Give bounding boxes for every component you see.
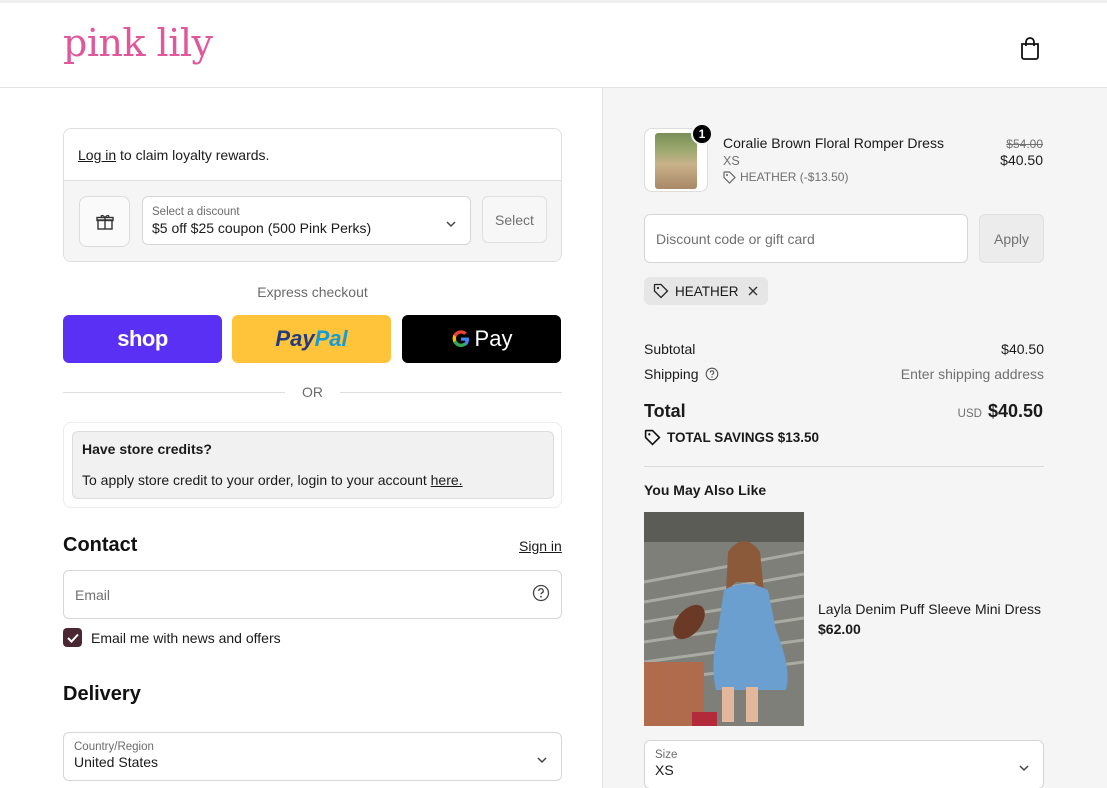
cart-item-thumbnail: 1 (644, 123, 713, 192)
help-icon[interactable] (705, 367, 719, 381)
or-divider: OR (63, 384, 562, 400)
shop-pay-button[interactable]: shop (63, 315, 222, 363)
total-label: Total (644, 401, 686, 421)
country-select[interactable]: Country/Region United States (63, 732, 562, 781)
shop-pay-label: shop (117, 326, 168, 351)
email-placeholder: Email (75, 586, 111, 603)
applied-discount-chip: HEATHER (644, 277, 768, 305)
paypal-button[interactable]: Pay Pal (232, 315, 391, 363)
total-value: $40.50 (987, 401, 1043, 421)
subtotal-row: Subtotal $40.50 (644, 341, 1044, 357)
sign-in-link[interactable]: Sign in (519, 538, 562, 554)
tag-icon (723, 170, 736, 184)
google-pay-button[interactable]: Pay (402, 315, 561, 363)
total-savings-text: TOTAL SAVINGS $13.50 (667, 430, 820, 445)
cart-item-discount-text: HEATHER (-$13.50) (740, 170, 849, 184)
total-value-wrap: USD $40.50 (958, 401, 1043, 422)
quantity-badge: 1 (691, 123, 713, 145)
select-discount-button[interactable]: Select (482, 196, 547, 243)
order-summary: 1 Coralie Brown Floral Romper Dress XS H… (602, 88, 1107, 788)
store-credits-box: Have store credits? To apply store credi… (63, 422, 562, 508)
chevron-down-icon (1019, 759, 1029, 775)
newsletter-option[interactable]: Email me with news and offers (63, 628, 281, 647)
loyalty-discount-row: Select a discount $5 off $25 coupon (500… (64, 181, 561, 261)
newsletter-checkbox[interactable] (63, 628, 82, 647)
discount-select[interactable]: Select a discount $5 off $25 coupon (500… (142, 196, 471, 245)
discount-code-placeholder: Discount code or gift card (656, 230, 815, 247)
applied-code: HEATHER (675, 283, 739, 299)
recommended-product-price: $62.00 (818, 621, 861, 637)
store-credits-link[interactable]: here. (431, 472, 463, 488)
shopping-bag-icon[interactable] (1019, 36, 1041, 60)
checkout-form: Log in to claim loyalty rewards. Select … (0, 88, 602, 788)
chevron-down-icon (446, 215, 456, 231)
google-pay-label: Pay (474, 326, 513, 351)
loyalty-text: to claim loyalty rewards. (116, 147, 270, 163)
product-image (655, 133, 697, 189)
discount-code-input[interactable]: Discount code or gift card (644, 214, 968, 263)
discount-select-label: Select a discount (152, 206, 240, 218)
cart-item-size: XS (723, 154, 740, 168)
size-select[interactable]: Size XS (644, 740, 1044, 788)
size-value: XS (655, 762, 674, 778)
brand-logo[interactable]: pink lily (63, 21, 213, 65)
login-link[interactable]: Log in (78, 147, 116, 163)
paypal-label-pal: Pal (314, 326, 348, 351)
country-value: United States (74, 754, 159, 770)
chevron-down-icon (537, 751, 547, 767)
shipping-label: Shipping (644, 366, 699, 382)
cart-item-old-price: $54.00 (1006, 137, 1043, 151)
express-checkout-title: Express checkout (257, 284, 368, 300)
summary-divider (644, 466, 1044, 467)
subtotal-value: $40.50 (1001, 341, 1044, 357)
tag-icon (644, 429, 661, 446)
shipping-row: Shipping Enter shipping address (644, 366, 1044, 382)
discount-select-value: $5 off $25 coupon (500 Pink Perks) (152, 220, 372, 236)
cart-item-discount: HEATHER (-$13.50) (723, 170, 848, 184)
help-icon[interactable] (532, 584, 550, 605)
google-g-icon (451, 329, 471, 349)
header: pink lily (0, 0, 1107, 88)
subtotal-label: Subtotal (644, 341, 696, 357)
gift-icon[interactable] (79, 196, 130, 247)
recommended-product-name[interactable]: Layla Denim Puff Sleeve Mini Dress (818, 601, 1041, 617)
loyalty-box: Log in to claim loyalty rewards. Select … (63, 128, 562, 262)
country-label: Country/Region (74, 741, 154, 753)
cart-item-price: $40.50 (1000, 152, 1043, 168)
delivery-heading: Delivery (63, 683, 141, 705)
size-label: Size (655, 749, 678, 761)
close-icon[interactable] (747, 285, 759, 297)
cart-item-name: Coralie Brown Floral Romper Dress (723, 135, 944, 151)
store-credits-text: To apply store credit to your order, log… (82, 472, 544, 488)
or-text: OR (302, 384, 323, 400)
apply-button[interactable]: Apply (979, 214, 1044, 263)
recommendations-heading: You May Also Like (644, 482, 767, 498)
contact-heading: Contact (63, 534, 138, 556)
tag-icon (653, 283, 669, 299)
currency-code: USD (957, 408, 982, 420)
loyalty-login-row: Log in to claim loyalty rewards. (64, 129, 561, 181)
total-savings: TOTAL SAVINGS $13.50 (644, 429, 819, 446)
recommended-product-image[interactable] (644, 512, 804, 726)
email-field[interactable]: Email (63, 570, 562, 619)
store-credits-title: Have store credits? (82, 441, 212, 457)
shipping-value: Enter shipping address (900, 366, 1044, 382)
store-credits-notice: Have store credits? To apply store credi… (72, 431, 554, 499)
paypal-label-pay: Pay (275, 326, 315, 351)
newsletter-label: Email me with news and offers (91, 629, 281, 646)
store-credits-desc: To apply store credit to your order, log… (82, 472, 431, 488)
